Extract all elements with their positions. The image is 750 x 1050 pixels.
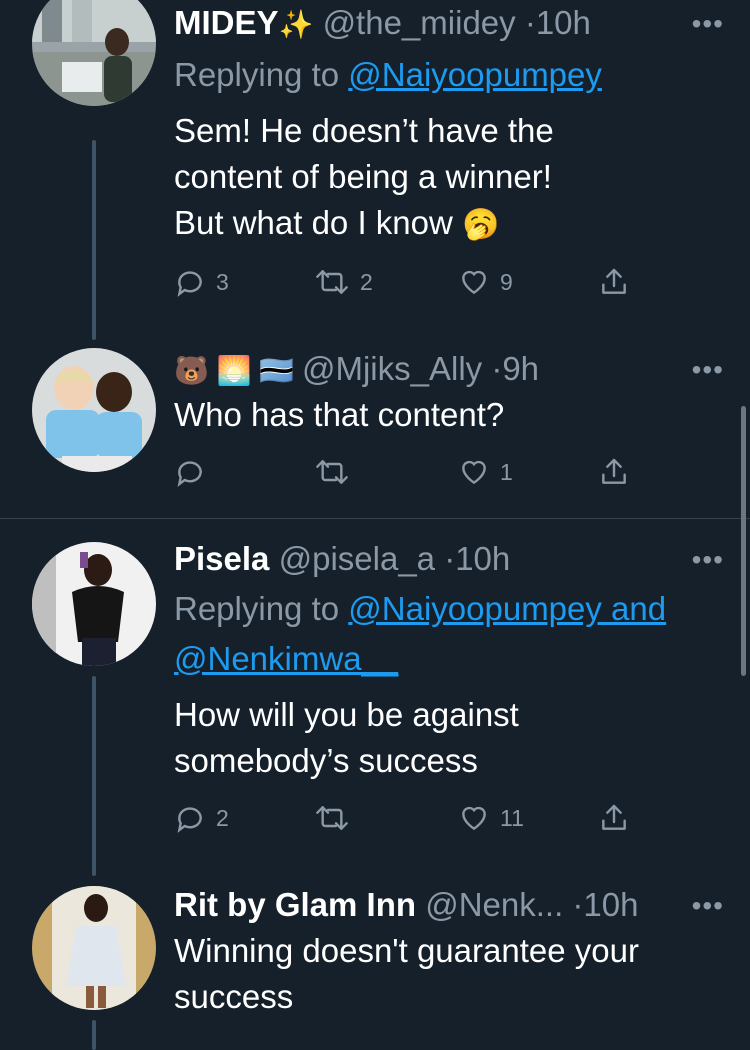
reply-count: 2 <box>216 804 229 831</box>
avatar[interactable] <box>32 542 156 666</box>
retweet-count: 2 <box>360 268 373 295</box>
tweet-header: Rit by Glam Inn @Nenk... ·10h <box>174 882 710 928</box>
mention-link[interactable]: @Naiyoopumpey <box>348 56 602 93</box>
yawning-face-emoji: 🥱 <box>462 208 500 242</box>
tweet-text-line: content of being a winner! <box>174 158 552 195</box>
reply-button[interactable]: 2 <box>174 796 229 840</box>
heart-icon <box>462 270 486 295</box>
reply-icon <box>177 461 202 487</box>
tweet-text: How will you be against somebody’s succe… <box>174 692 519 784</box>
tweet-text-line: Winning doesn't guarantee your <box>174 932 639 969</box>
divider <box>0 518 750 519</box>
tweet-actions: 3 2 9 <box>174 260 654 304</box>
botswana-flag-emoji: 🇧🇼 <box>259 355 295 386</box>
share-icon <box>602 458 626 484</box>
reply-button[interactable] <box>174 450 216 494</box>
more-options-icon[interactable]: ••• <box>692 4 724 44</box>
like-count: 11 <box>500 804 524 831</box>
tweet-text-line: Who has that content? <box>174 396 505 433</box>
avatar[interactable] <box>32 0 156 106</box>
scrollbar[interactable] <box>741 406 746 676</box>
timestamp[interactable]: 10h <box>455 540 510 577</box>
reply-icon <box>177 807 202 833</box>
thread-line <box>92 1020 96 1050</box>
separator: · <box>572 886 584 923</box>
display-name[interactable]: Rit by Glam Inn <box>174 886 416 923</box>
handle[interactable]: @Nenk... <box>425 886 563 923</box>
separator: · <box>444 540 456 577</box>
reply-count: 3 <box>216 268 229 295</box>
avatar[interactable] <box>32 348 156 472</box>
retweet-button[interactable] <box>314 796 360 840</box>
sunrise-emoji: 🌅 <box>216 355 252 386</box>
tweet-text-line: Sem! He doesn’t have the <box>174 112 554 149</box>
like-button[interactable]: 11 <box>458 796 524 840</box>
tweet-actions: 1 <box>174 450 654 494</box>
timestamp[interactable]: 9h <box>502 350 539 387</box>
tweet-text: Winning doesn't guarantee your success <box>174 928 639 1020</box>
tweet-text-line: How will you be against <box>174 696 519 733</box>
reply-icon <box>177 271 202 297</box>
sparkles-emoji: ✨ <box>278 9 314 40</box>
tweet-header: MIDEY✨ @the_miidey ·10h <box>174 0 710 46</box>
timestamp[interactable]: 10h <box>583 886 638 923</box>
tweet-text-line: somebody’s success <box>174 742 478 779</box>
tweet-mjiks-ally[interactable]: 🐻 🌅 🇧🇼 @Mjiks_Ally ·9h ••• Who has that … <box>0 346 750 518</box>
like-button[interactable]: 9 <box>458 260 513 304</box>
replying-to-label: Replying to <box>174 56 349 93</box>
display-name[interactable]: MIDEY <box>174 4 279 41</box>
share-button[interactable] <box>598 796 630 840</box>
reply-button[interactable]: 3 <box>174 260 229 304</box>
handle[interactable]: @the_miidey <box>323 4 516 41</box>
retweet-icon <box>316 460 348 484</box>
mention-link[interactable]: @Naiyoopumpey and <box>348 590 666 627</box>
handle[interactable]: @pisela_a <box>279 540 435 577</box>
heart-icon <box>462 460 486 485</box>
like-count: 9 <box>500 268 513 295</box>
tweet-header: Pisela @pisela_a ·10h <box>174 536 710 582</box>
tweet-pisela[interactable]: Pisela @pisela_a ·10h ••• Replying to @N… <box>0 536 750 876</box>
tweet-text: Who has that content? <box>174 392 504 438</box>
heart-icon <box>462 806 486 831</box>
bear-emoji: 🐻 <box>174 355 209 386</box>
display-name-emojis[interactable]: 🐻 🌅 🇧🇼 <box>174 355 302 386</box>
retweet-icon <box>316 270 348 294</box>
tweet-rit-by-glam-inn[interactable]: Rit by Glam Inn @Nenk... ·10h ••• Winnin… <box>0 882 750 1050</box>
replying-to: Replying to @Naiyoopumpey <box>174 52 602 98</box>
avatar[interactable] <box>32 886 156 1010</box>
mention-link[interactable]: @Nenkimwa__ <box>174 640 398 677</box>
replying-to-label: Replying to <box>174 590 349 627</box>
share-icon <box>602 804 626 830</box>
display-name[interactable]: Pisela <box>174 540 269 577</box>
retweet-button[interactable] <box>314 450 360 494</box>
tweet-midey[interactable]: MIDEY✨ @the_miidey ·10h ••• Replying to … <box>0 0 750 340</box>
replying-to: Replying to @Naiyoopumpey and @Nenkimwa_… <box>174 586 666 682</box>
separator: · <box>491 350 503 387</box>
handle[interactable]: @Mjiks_Ally <box>302 350 482 387</box>
thread-line <box>92 140 96 340</box>
timestamp[interactable]: 10h <box>536 4 591 41</box>
share-button[interactable] <box>598 450 630 494</box>
thread-line <box>92 676 96 876</box>
tweet-actions: 2 11 <box>174 796 654 840</box>
tweet-text-line: But what do I know <box>174 204 453 241</box>
tweet-text: Sem! He doesn’t have the content of bein… <box>174 108 554 248</box>
share-button[interactable] <box>598 260 630 304</box>
tweet-text-line: success <box>174 978 294 1015</box>
separator: · <box>524 4 536 41</box>
like-button[interactable]: 1 <box>458 450 513 494</box>
like-count: 1 <box>500 458 513 485</box>
retweet-button[interactable]: 2 <box>314 260 373 304</box>
share-icon <box>602 268 626 294</box>
tweet-header: 🐻 🌅 🇧🇼 @Mjiks_Ally ·9h <box>174 346 710 392</box>
more-options-icon[interactable]: ••• <box>692 540 724 580</box>
retweet-icon <box>316 806 348 830</box>
more-options-icon[interactable]: ••• <box>692 350 724 390</box>
more-options-icon[interactable]: ••• <box>692 886 724 926</box>
